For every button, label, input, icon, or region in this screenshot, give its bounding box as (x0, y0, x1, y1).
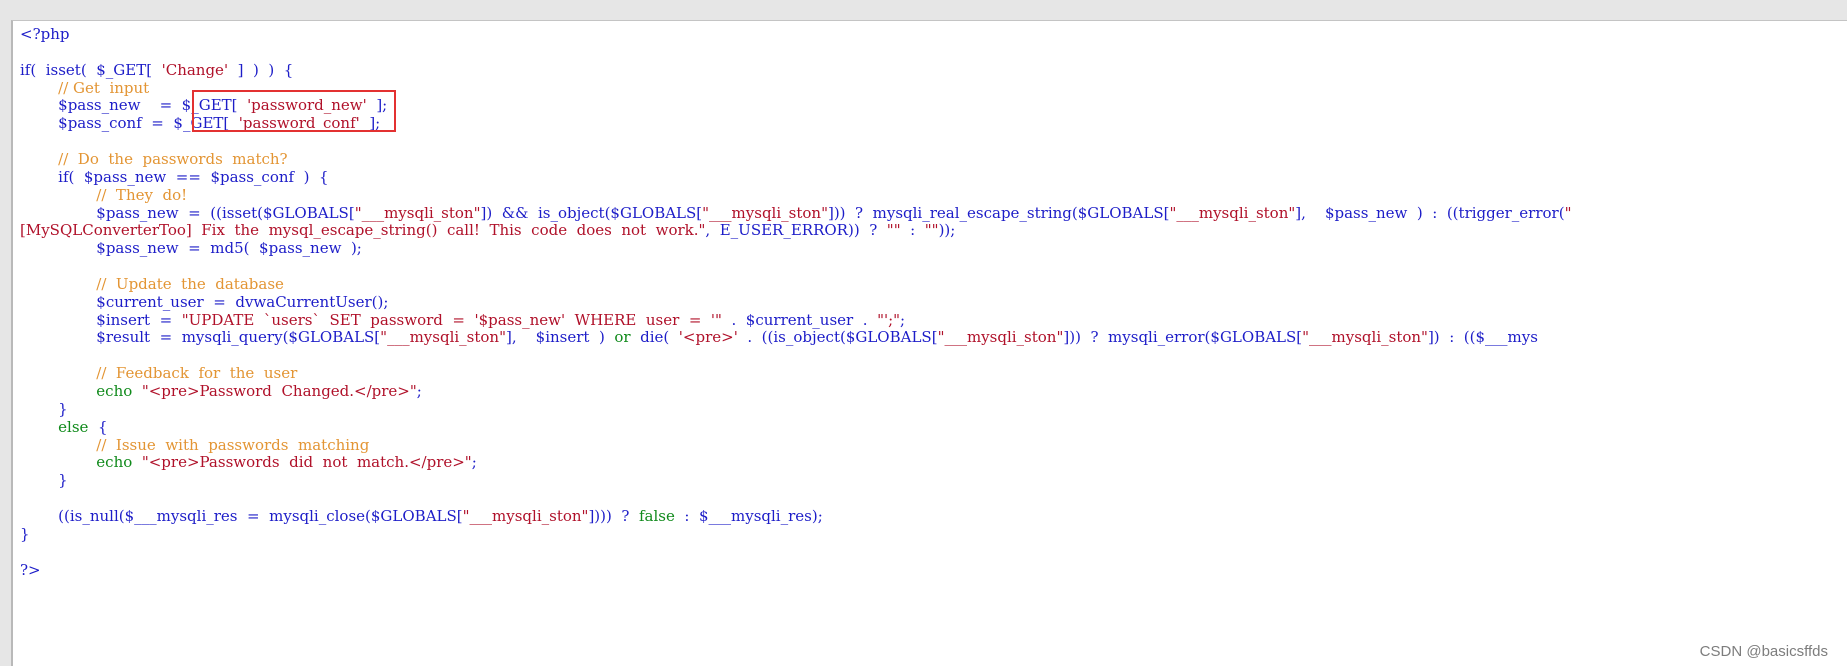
code-token: [MySQLConverterToo] Fix the mysql_escape… (20, 221, 706, 240)
code-token: // They do! (20, 185, 188, 204)
code-token: ]))) ? (588, 506, 639, 525)
code-token: } (20, 524, 30, 543)
code-token: "___mysqli_ston" (702, 203, 828, 222)
code-token: "___mysqli_ston" (462, 506, 589, 525)
code-token: "___mysqli_ston" (380, 328, 506, 347)
code-token: $result = mysqli_query($GLOBALS[ (20, 328, 381, 347)
code-token: ?> (20, 560, 41, 579)
code-token: or (614, 328, 631, 347)
code-token: 'Change' (161, 60, 229, 79)
code-line: echo "<pre>Passwords did not match.</pre… (20, 452, 477, 472)
code-line: ((is_null($___mysqli_res = mysqli_close(… (20, 506, 823, 526)
code-token: if( $pass_new == $pass_conf ) { (20, 167, 329, 186)
code-token: } (20, 471, 68, 490)
code-token: ]) : (($___mys (1427, 328, 1538, 347)
code-token: $current_user = dvwaCurrentUser(); (20, 292, 389, 311)
code-token: . ((is_object($GLOBALS[ (737, 328, 938, 347)
code-token: ]) && is_object($GLOBALS[ (480, 203, 703, 222)
code-token: "___mysqli_ston" (1169, 203, 1296, 222)
code-token: // Do the passwords match? (20, 149, 288, 168)
code-line: } (20, 470, 68, 490)
code-token: // Get input (20, 78, 150, 97)
code-token: : $___mysqli_res); (674, 506, 823, 525)
highlight-box (192, 90, 396, 132)
code-token: echo (96, 453, 133, 472)
code-token: "" (886, 221, 901, 240)
code-token: // Feedback for the user (20, 364, 298, 383)
watermark: CSDN @basicsffds (1699, 643, 1828, 660)
code-token: "___mysqli_ston" (937, 328, 1064, 347)
code-token: die( (630, 328, 679, 347)
code-token: $pass_new = md5( $pass_new ); (20, 239, 362, 258)
code-token: "<pre>Passwords did not match.</pre>" (141, 453, 472, 472)
code-token: $pass_new = ((isset($GLOBALS[ (20, 203, 355, 222)
screen: <?php if( isset( $_GET[ 'Change' ] ) ) { … (0, 0, 1847, 666)
code-token: , E_USER_ERROR)) ? (705, 221, 887, 240)
code-token: ], $insert ) (505, 328, 615, 347)
code-token: ])) ? mysqli_real_escape_string($GLOBALS… (827, 203, 1170, 222)
code-token: "UPDATE `users` SET password = '$pass_ne… (181, 310, 722, 329)
code-token: { (88, 417, 108, 436)
code-token: ((is_null($___mysqli_res = mysqli_close(… (20, 506, 463, 525)
code-token: $insert = (20, 310, 182, 329)
code-line: <?php (20, 24, 69, 44)
code-token: " (1564, 203, 1572, 222)
code-token: ; (900, 310, 906, 329)
code-line: $pass_new = md5( $pass_new ); (20, 238, 362, 258)
code-token: echo (96, 382, 133, 400)
code-token: '<pre>' (678, 328, 738, 347)
code-token: . $current_user . (721, 310, 878, 329)
code-token: ] ) ) { (228, 60, 294, 79)
code-token: } (20, 399, 68, 418)
code-line: $result = mysqli_query($GLOBALS["___mysq… (20, 327, 1538, 347)
code-token: // Issue with passwords matching (20, 435, 370, 454)
code-token: "" (924, 221, 939, 240)
code-token: <?php (20, 25, 70, 43)
code-editor[interactable]: <?php if( isset( $_GET[ 'Change' ] ) ) { … (11, 20, 1847, 666)
code-line: } (20, 524, 30, 544)
code-token: : (900, 221, 925, 240)
code-token: ], $pass_new ) : ((trigger_error( (1295, 203, 1565, 222)
code-token: "';" (877, 310, 901, 329)
code-token: ; (471, 453, 477, 472)
code-line: echo "<pre>Password Changed.</pre>"; (20, 381, 422, 401)
code-token: "<pre>Password Changed.</pre>" (141, 382, 417, 400)
code-token: "___mysqli_ston" (354, 203, 481, 222)
code-token: false (638, 506, 675, 525)
code-token: ; (416, 382, 422, 400)
code-token: if( isset( $_GET[ (20, 60, 162, 79)
code-token: else (58, 417, 89, 436)
code-token: // Update the database (20, 274, 284, 293)
code-token: ])) ? mysqli_error($GLOBALS[ (1063, 328, 1303, 347)
code-line: ?> (20, 560, 41, 580)
code-token: "___mysqli_ston" (1302, 328, 1428, 347)
code-token: )); (938, 221, 956, 240)
